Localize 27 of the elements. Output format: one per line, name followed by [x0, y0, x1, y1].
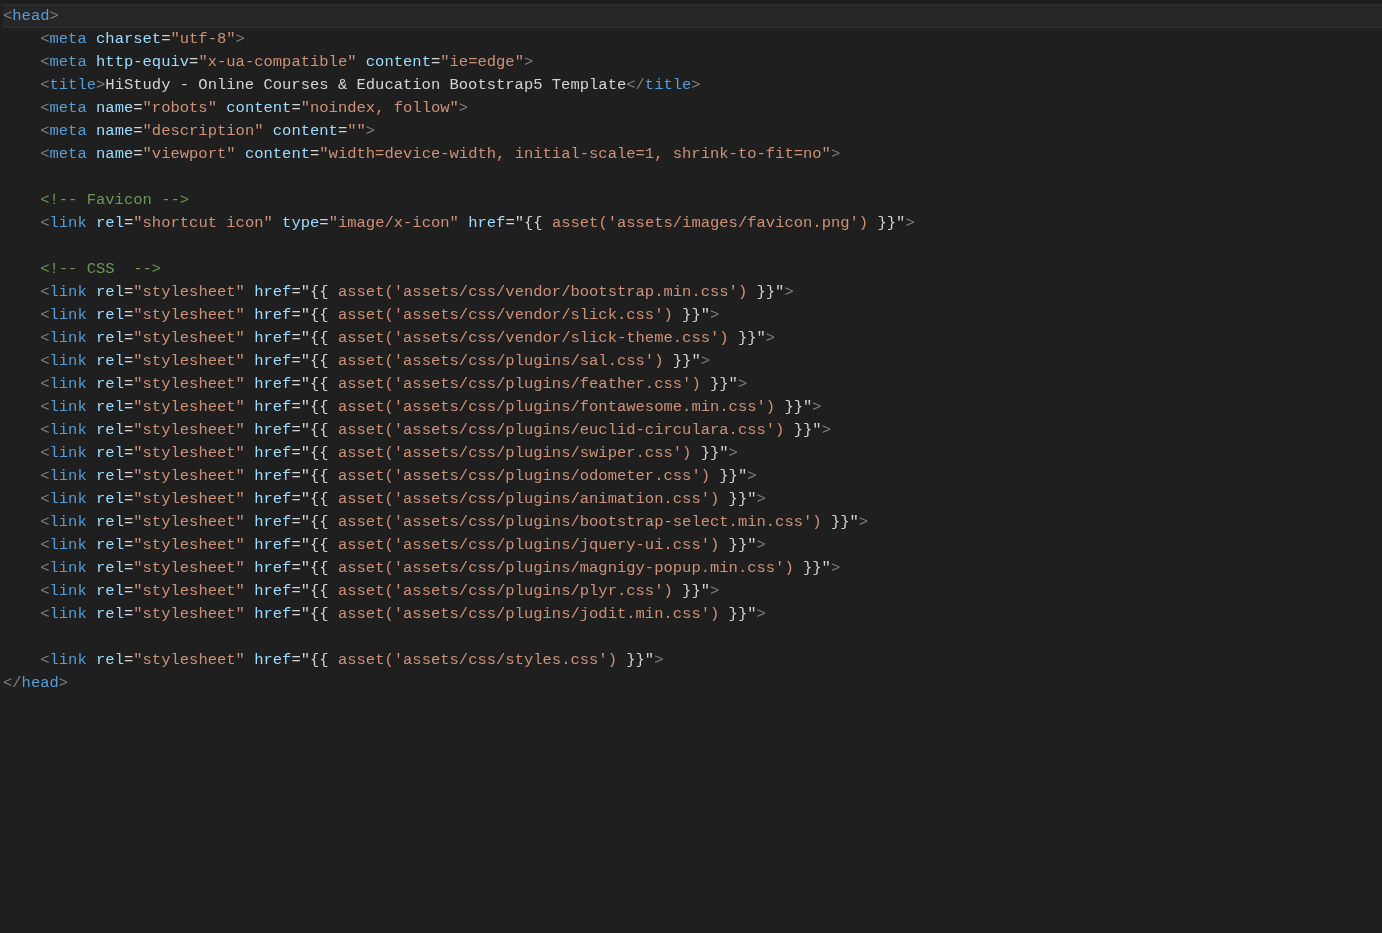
- code-line: <link rel="stylesheet" href="{{ asset('assets/css/vendor/slick.css') }}">: [39, 306, 720, 325]
- code-line: <title>HiStudy - Online Courses & Education Bootstrap5 Template</title>: [39, 76, 701, 95]
- code-line: <link rel="stylesheet" href="{{ asset('assets/css/plugins/bootstrap-select.min.css') }}">: [39, 513, 869, 532]
- code-line: <meta name="robots" content="noindex, follow">: [39, 99, 469, 118]
- code-line: <link rel="stylesheet" href="{{ asset('assets/css/plugins/animation.css') }}">: [39, 490, 766, 509]
- code-line: <link rel="stylesheet" href="{{ asset('assets/css/styles.css') }}">: [39, 651, 664, 670]
- code-line: <link rel="stylesheet" href="{{ asset('assets/css/plugins/odometer.css') }}">: [39, 467, 757, 486]
- code-line: <meta charset="utf-8">: [39, 30, 245, 49]
- code-line: <link rel="stylesheet" href="{{ asset('assets/css/plugins/magnigy-popup.min.css') }}">: [39, 559, 841, 578]
- code-line: <link rel="stylesheet" href="{{ asset('assets/css/vendor/slick-theme.css') }}">: [39, 329, 776, 348]
- code-line: <link rel="stylesheet" href="{{ asset('assets/css/plugins/fontawesome.min.css') }}">: [39, 398, 822, 417]
- code-line: </head>: [3, 674, 69, 693]
- code-line: <meta name="description" content="">: [39, 122, 376, 141]
- code-line: <link rel="shortcut icon" type="image/x-icon" href="{{ asset('assets/images/favicon.png') }}">: [39, 214, 915, 233]
- code-line: <!-- CSS -->: [39, 260, 162, 279]
- code-line: <!-- Favicon -->: [39, 191, 190, 210]
- code-line: <head>: [3, 7, 59, 26]
- code-line: <link rel="stylesheet" href="{{ asset('assets/css/vendor/bootstrap.min.css') }}">: [39, 283, 794, 302]
- code-line: <link rel="stylesheet" href="{{ asset('assets/css/plugins/euclid-circulara.css') }}">: [39, 421, 831, 440]
- code-line: <meta name="viewport" content="width=device-width, initial-scale=1, shrink-to-fit=no">: [39, 145, 841, 164]
- code-line: <link rel="stylesheet" href="{{ asset('assets/css/plugins/jodit.min.css') }}">: [39, 605, 766, 624]
- code-line: <meta http-equiv="x-ua-compatible" content="ie=edge">: [39, 53, 534, 72]
- code-line: <link rel="stylesheet" href="{{ asset('assets/css/plugins/jquery-ui.css') }}">: [39, 536, 766, 555]
- code-line: <link rel="stylesheet" href="{{ asset('assets/css/plugins/plyr.css') }}">: [39, 582, 720, 601]
- code-line: <link rel="stylesheet" href="{{ asset('assets/css/plugins/feather.css') }}">: [39, 375, 748, 394]
- code-line: <link rel="stylesheet" href="{{ asset('assets/css/plugins/swiper.css') }}">: [39, 444, 738, 463]
- code-line: <link rel="stylesheet" href="{{ asset('assets/css/plugins/sal.css') }}">: [39, 352, 710, 371]
